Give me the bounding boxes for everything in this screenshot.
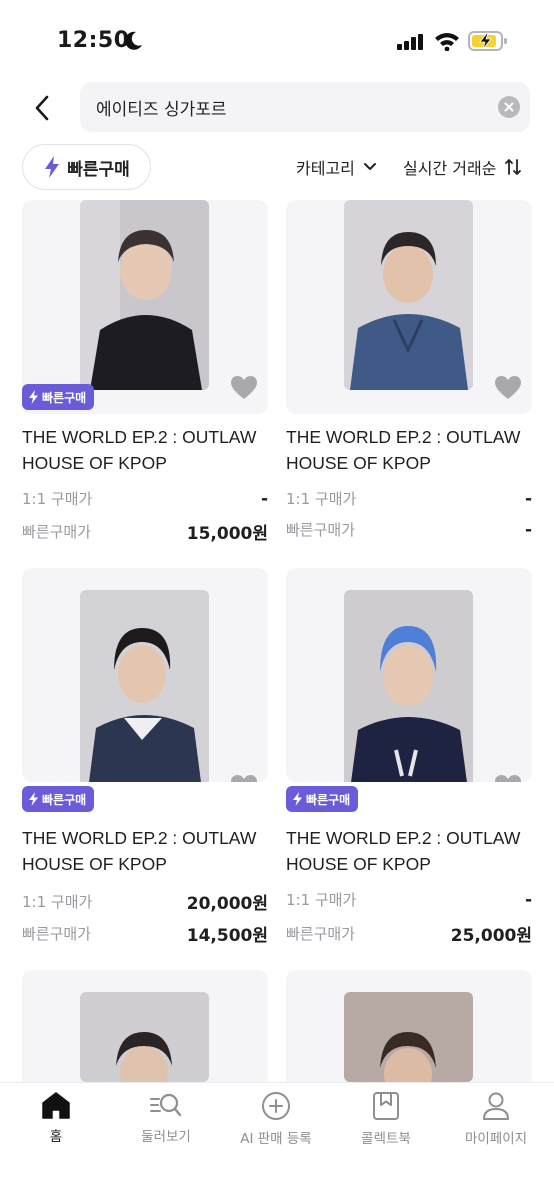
quick-buy-filter-button[interactable]: 빠른구매 bbox=[22, 144, 151, 190]
heart-icon[interactable] bbox=[494, 774, 522, 782]
price-label: 1:1 구매가 bbox=[22, 893, 93, 911]
quick-buy-badge: 빠른구매 bbox=[22, 384, 95, 410]
nav-label: 콜렉트북 bbox=[361, 1131, 411, 1147]
category-dropdown[interactable]: 카테고리 bbox=[296, 155, 377, 179]
sort-dropdown[interactable]: 실시간 거래순 bbox=[403, 155, 522, 179]
price-label: 빠른구매가 bbox=[286, 521, 356, 539]
product-title-line: THE WORLD EP.2 : OUTLAW bbox=[22, 828, 257, 848]
price-row-quick: 빠른구매가 - bbox=[286, 519, 532, 540]
price-value: 20,000원 bbox=[186, 894, 268, 914]
plus-circle-icon bbox=[262, 1092, 290, 1120]
price-value: - bbox=[524, 519, 532, 540]
nav-mypage[interactable]: 마이페이지 bbox=[441, 1091, 551, 1147]
person-icon bbox=[483, 1092, 509, 1120]
price-row-1to1: 1:1 구매가 - bbox=[286, 889, 532, 910]
nav-collectbook[interactable]: 콜렉트북 bbox=[331, 1091, 441, 1147]
chevron-left-icon bbox=[35, 95, 49, 121]
bookmark-book-icon bbox=[373, 1092, 399, 1120]
heart-icon[interactable] bbox=[494, 375, 522, 401]
product-title-line: THE WORLD EP.2 : OUTLAW bbox=[286, 427, 521, 447]
price-row-quick: 빠른구매가 15,000원 bbox=[22, 519, 268, 544]
heart-icon[interactable] bbox=[230, 375, 258, 401]
home-icon bbox=[42, 1092, 70, 1119]
product-title: THE WORLD EP.2 : OUTLAW HOUSE OF KPOP bbox=[22, 825, 272, 877]
search-input[interactable] bbox=[96, 82, 486, 132]
badge-label: 빠른구매 bbox=[306, 792, 351, 807]
wifi-icon bbox=[435, 33, 459, 51]
price-row-quick: 빠른구매가 14,500원 bbox=[22, 921, 268, 946]
clear-search-button[interactable] bbox=[498, 96, 520, 118]
product-title-line: HOUSE OF KPOP bbox=[22, 854, 167, 874]
lightning-icon bbox=[29, 390, 38, 404]
lightning-icon bbox=[293, 792, 302, 806]
back-button[interactable] bbox=[24, 88, 60, 128]
product-title-line: THE WORLD EP.2 : OUTLAW bbox=[286, 828, 521, 848]
price-value: 25,000원 bbox=[450, 926, 532, 946]
price-value: - bbox=[524, 889, 532, 910]
badge-label: 빠른구매 bbox=[42, 792, 87, 807]
nav-ai-sell[interactable]: AI 판매 등록 bbox=[221, 1091, 331, 1147]
price-value: 14,500원 bbox=[186, 926, 268, 946]
close-icon bbox=[504, 102, 514, 112]
category-label: 카테고리 bbox=[296, 159, 355, 178]
nav-label: 마이페이지 bbox=[464, 1131, 528, 1147]
bottom-navigation: 홈 둘러보기 AI 판매 등록 콜렉트북 마이페이지 bbox=[0, 1082, 554, 1200]
product-image-area bbox=[22, 970, 268, 1082]
product-title: THE WORLD EP.2 : OUTLAW HOUSE OF KPOP bbox=[286, 424, 536, 476]
price-label: 빠른구매가 bbox=[286, 925, 356, 943]
product-title: THE WORLD EP.2 : OUTLAW HOUSE OF KPOP bbox=[286, 825, 536, 877]
battery-charging-icon bbox=[468, 31, 507, 51]
price-label: 1:1 구매가 bbox=[286, 490, 357, 508]
chevron-down-icon bbox=[363, 163, 376, 170]
product-image-area bbox=[286, 568, 532, 782]
quick-buy-badge: 빠른구매 bbox=[286, 786, 359, 812]
nav-home[interactable]: 홈 bbox=[1, 1091, 111, 1145]
nav-label: 둘러보기 bbox=[141, 1129, 191, 1145]
price-label: 1:1 구매가 bbox=[22, 490, 93, 508]
browse-icon bbox=[150, 1093, 182, 1117]
price-row-1to1: 1:1 구매가 - bbox=[286, 488, 532, 509]
sort-icon bbox=[505, 159, 522, 175]
heart-icon[interactable] bbox=[230, 774, 258, 782]
price-row-1to1: 1:1 구매가 20,000원 bbox=[22, 889, 268, 914]
price-row-1to1: 1:1 구매가 - bbox=[22, 488, 268, 509]
product-title: THE WORLD EP.2 : OUTLAW HOUSE OF KPOP bbox=[22, 424, 272, 476]
search-bar bbox=[80, 82, 530, 132]
price-row-quick: 빠른구매가 25,000원 bbox=[286, 921, 532, 946]
price-value: - bbox=[260, 488, 268, 509]
nav-label: 홈 bbox=[49, 1129, 63, 1145]
nav-browse[interactable]: 둘러보기 bbox=[111, 1091, 221, 1145]
product-image-area bbox=[286, 200, 532, 414]
lightning-icon bbox=[45, 156, 60, 178]
product-title-line: THE WORLD EP.2 : OUTLAW bbox=[22, 427, 257, 447]
product-title-line: HOUSE OF KPOP bbox=[22, 453, 167, 473]
price-label: 빠른구매가 bbox=[22, 523, 92, 541]
status-bar: 12:50 bbox=[0, 0, 554, 80]
product-title-line: HOUSE OF KPOP bbox=[286, 854, 431, 874]
quick-buy-filter-label: 빠른구매 bbox=[67, 159, 130, 180]
product-photo bbox=[80, 200, 209, 390]
price-label: 1:1 구매가 bbox=[286, 891, 357, 909]
product-photo bbox=[80, 992, 209, 1082]
product-title-line: HOUSE OF KPOP bbox=[286, 453, 431, 473]
badge-label: 빠른구매 bbox=[42, 390, 87, 405]
nav-label: AI 판매 등록 bbox=[240, 1131, 312, 1147]
product-photo bbox=[344, 200, 473, 390]
price-label: 빠른구매가 bbox=[22, 925, 92, 943]
product-image-area bbox=[286, 970, 532, 1082]
product-photo bbox=[344, 590, 473, 782]
product-photo bbox=[80, 590, 209, 782]
status-time: 12:50 bbox=[57, 28, 130, 53]
quick-buy-badge: 빠른구매 bbox=[22, 786, 95, 812]
product-image-area bbox=[22, 568, 268, 782]
cellular-signal-icon bbox=[397, 34, 423, 50]
sort-label: 실시간 거래순 bbox=[403, 159, 497, 178]
product-photo bbox=[344, 992, 473, 1082]
moon-icon bbox=[125, 31, 142, 50]
lightning-icon bbox=[29, 792, 38, 806]
price-value: - bbox=[524, 488, 532, 509]
product-image-area bbox=[22, 200, 268, 414]
price-value: 15,000원 bbox=[186, 524, 268, 544]
